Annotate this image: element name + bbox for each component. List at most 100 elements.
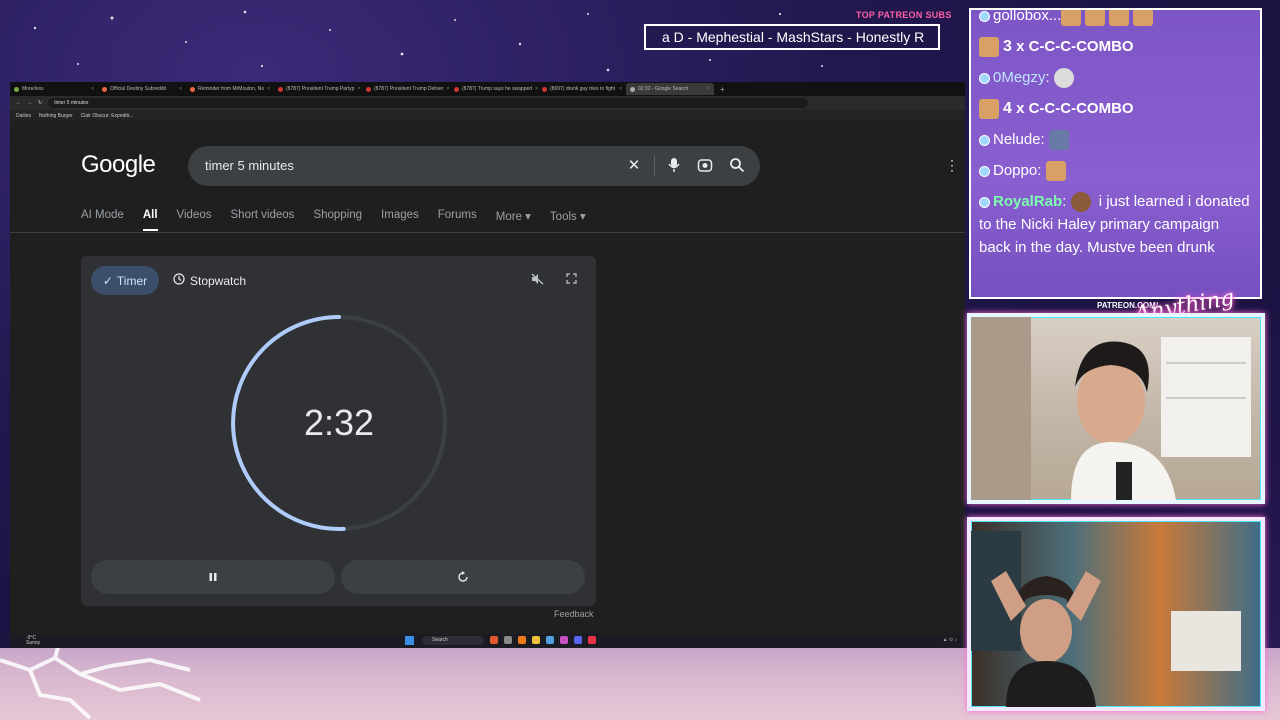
search-nav: AI Mode All Videos Short videos Shopping… [81, 209, 605, 231]
checkmark-icon: ✓ [102, 273, 113, 288]
chat-username: Doppo [993, 162, 1038, 179]
new-tab-button[interactable]: + [714, 85, 725, 94]
chat-username: RoyalRab [993, 193, 1063, 210]
emote-icon [1070, 192, 1091, 213]
tab-bar: More/less × Official Destiny Subreddit × R… [10, 82, 965, 96]
tab-timer[interactable]: ✓ Timer [91, 266, 159, 295]
mute-icon[interactable] [531, 273, 544, 288]
google-results-page: Google timer 5 minutes ✕ ⋮⋮⋮ AI Mode All… [10, 123, 965, 634]
badge-icon [979, 165, 990, 177]
search-box[interactable]: timer 5 minutes ✕ [188, 146, 760, 186]
emote-icon [1133, 10, 1154, 27]
browser-tab[interactable]: Reminder from MrMouton, No × [186, 83, 274, 95]
taskbar-app-icon[interactable] [518, 636, 526, 644]
feedback-link[interactable]: Feedback [554, 609, 594, 619]
reset-button[interactable] [341, 560, 585, 594]
browser-tab-active[interactable]: 02:32 - Google Search × [626, 83, 714, 95]
close-icon[interactable]: × [179, 86, 182, 92]
close-icon[interactable]: × [267, 86, 270, 92]
nav-ai-mode[interactable]: AI Mode [81, 209, 124, 231]
taskbar-search[interactable]: Search [422, 636, 484, 645]
taskbar: -9°C Sunny Search ▲ ⊙ ♪ [10, 634, 965, 648]
chat-message: RoyalRab: i just learned i donated to th… [979, 192, 1250, 256]
combo-text: C-C-C-COMBO [1028, 100, 1134, 117]
nav-forums[interactable]: Forums [438, 209, 477, 231]
pause-button[interactable] [91, 560, 335, 594]
close-icon[interactable]: × [707, 86, 710, 92]
tab-stopwatch-label: Stopwatch [190, 273, 247, 288]
close-icon[interactable]: × [619, 86, 622, 92]
close-icon[interactable]: × [446, 86, 449, 92]
chat-username: gollobox... [993, 8, 1062, 24]
badge-icon [979, 72, 990, 84]
nav-more[interactable]: More ▾ [496, 209, 531, 231]
lens-icon[interactable] [696, 157, 714, 175]
chat-username: 0Megzy [993, 69, 1046, 86]
bookmark-item[interactable]: Dailies [16, 113, 31, 119]
emote-icon [979, 99, 999, 120]
nav-images[interactable]: Images [381, 209, 419, 231]
fullscreen-icon[interactable] [566, 273, 577, 287]
taskbar-app-icon[interactable] [588, 636, 596, 644]
timer-card: ✓ Timer Stopwatch 2:32 [81, 256, 596, 606]
address-text: timer 5 minutes [54, 100, 89, 106]
tab-label: 02:32 - Google Search [638, 86, 689, 92]
search-icon[interactable] [728, 157, 746, 175]
taskbar-app-icon[interactable] [532, 636, 540, 644]
chat-panel: gollobox... 3 x C-C-C-COMBO 0Megzy: 4 x … [969, 8, 1262, 299]
tab-favicon-icon [366, 86, 371, 92]
patreon-ticker: a D - Mephestial - MashStars - Honestly … [644, 24, 940, 50]
search-input[interactable]: timer 5 minutes [205, 158, 294, 173]
bookmark-item[interactable]: Clair Obscur: Expediti... [81, 113, 134, 119]
tab-label: (8697) drunk guy tries to fight [550, 86, 616, 92]
taskbar-apps [490, 636, 596, 644]
forward-icon[interactable]: → [27, 100, 32, 106]
windows-start-icon[interactable] [405, 636, 414, 645]
google-apps-icon[interactable]: ⋮⋮⋮ [945, 157, 965, 174]
tab-favicon-icon [278, 86, 283, 92]
reset-icon [458, 571, 468, 582]
browser-tab[interactable]: (8787) President Trump Deliver × [362, 83, 450, 95]
browser-tab[interactable]: (8787) Trump says he swapped × [450, 83, 538, 95]
nav-shopping[interactable]: Shopping [313, 209, 362, 231]
bookmark-item[interactable]: Nothing Burger [39, 113, 73, 119]
tab-label: (8787) President Trump Deliver [374, 86, 444, 92]
tab-label: (8787) President Trump Partyp [286, 86, 355, 92]
nav-tools[interactable]: Tools ▾ [550, 209, 586, 231]
browser-window: More/less × Official Destiny Subreddit × R… [10, 82, 965, 648]
nav-all[interactable]: All [142, 209, 158, 231]
close-icon[interactable]: × [357, 86, 360, 92]
combo-message: 4 x C-C-C-COMBO [979, 97, 1252, 120]
browser-tab[interactable]: (8697) drunk guy tries to fight × [538, 83, 626, 95]
google-logo[interactable]: Google [81, 151, 156, 179]
taskbar-app-icon[interactable] [574, 636, 582, 644]
weather-widget[interactable]: -9°C Sunny [16, 636, 40, 646]
taskbar-app-icon[interactable] [504, 636, 512, 644]
system-tray[interactable]: ▲ ⊙ ♪ [943, 637, 957, 643]
taskbar-app-icon[interactable] [560, 636, 568, 644]
close-icon[interactable]: × [91, 86, 94, 92]
emote-icon [1085, 10, 1106, 27]
browser-tab[interactable]: Official Destiny Subreddit × [98, 83, 186, 95]
reload-icon[interactable]: ↻ [38, 100, 42, 106]
tab-favicon-icon [190, 86, 195, 92]
tab-favicon-icon [102, 86, 107, 92]
nav-videos[interactable]: Videos [177, 209, 212, 231]
nav-short-videos[interactable]: Short videos [231, 209, 295, 231]
address-input[interactable]: timer 5 minutes [48, 98, 809, 108]
tab-stopwatch[interactable]: Stopwatch [173, 266, 246, 295]
clear-icon[interactable]: ✕ [625, 157, 643, 175]
tab-favicon-icon [454, 86, 459, 92]
emote-icon [1045, 161, 1066, 182]
mic-icon[interactable] [665, 157, 683, 175]
back-icon[interactable]: ← [16, 100, 21, 106]
emote-icon [1109, 10, 1130, 27]
chat-message: 0Megzy: [979, 66, 1252, 89]
taskbar-app-icon[interactable] [546, 636, 554, 644]
browser-tab[interactable]: More/less × [10, 83, 98, 95]
browser-tab[interactable]: (8787) President Trump Partyp × [274, 83, 362, 95]
combo-count: 4 [1003, 100, 1012, 117]
taskbar-app-icon[interactable] [490, 636, 498, 644]
combo-message: 3 x C-C-C-COMBO [979, 35, 1252, 58]
webcam-top [967, 313, 1265, 504]
